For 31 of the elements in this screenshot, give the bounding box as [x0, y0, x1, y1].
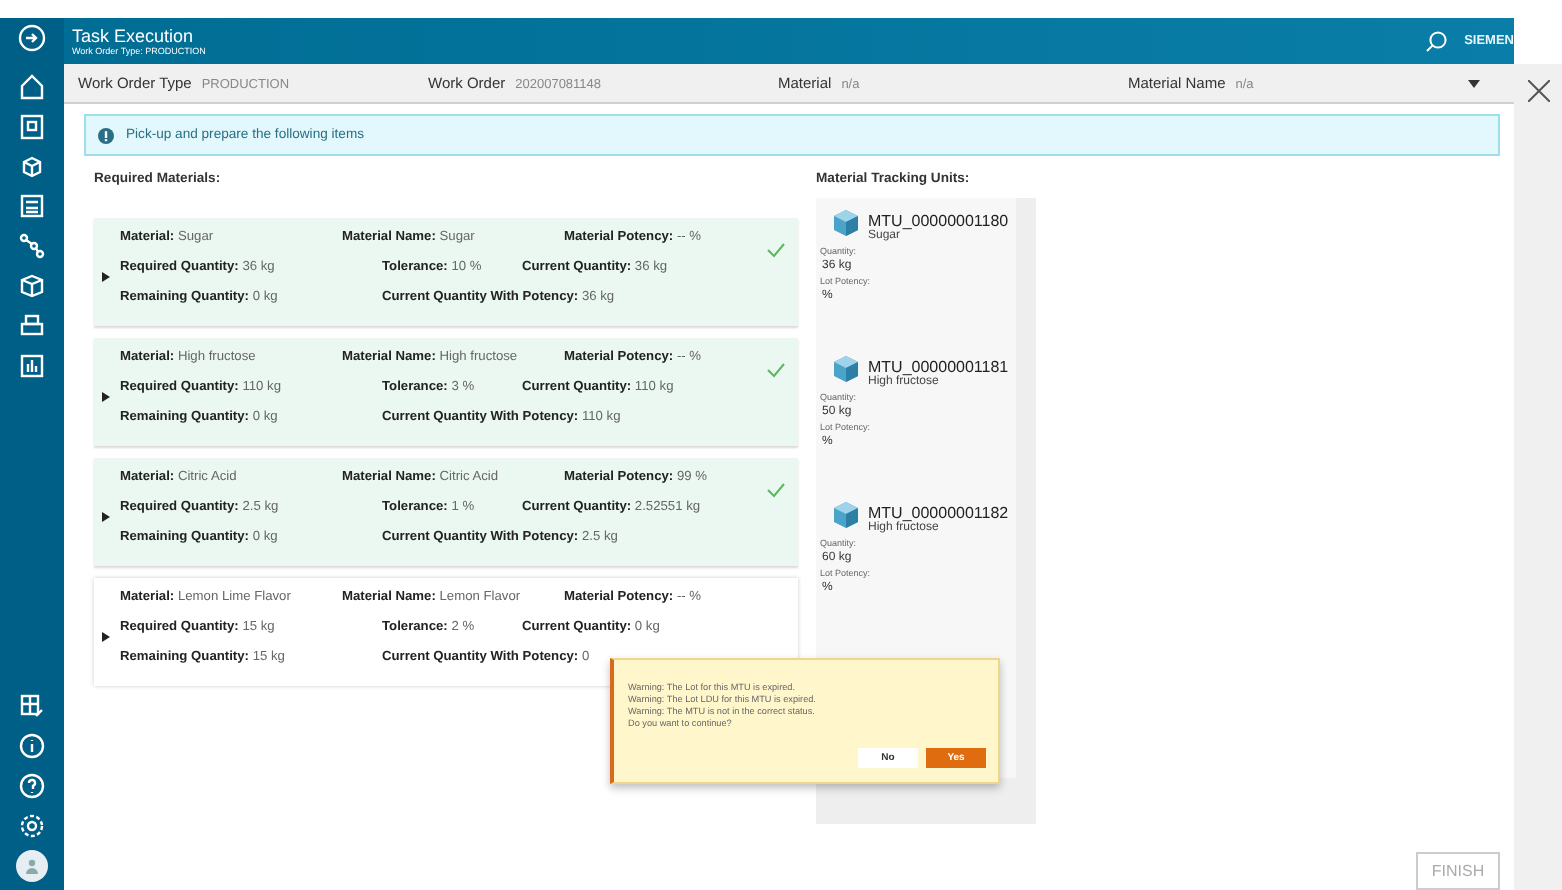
- list-icon[interactable]: [16, 190, 48, 222]
- logo-icon[interactable]: [16, 22, 48, 54]
- mtu-id: MTU_00000001180: [868, 212, 1009, 230]
- chart-icon[interactable]: [16, 350, 48, 382]
- expand-arrow-icon[interactable]: [102, 392, 110, 402]
- cube-icon: [834, 502, 858, 528]
- clipboard-icon[interactable]: [16, 110, 48, 142]
- check-icon: [766, 242, 786, 258]
- page-title: Task Execution: [72, 25, 196, 45]
- dropdown-caret-icon[interactable]: [1468, 79, 1480, 87]
- settings-icon[interactable]: [16, 810, 48, 842]
- close-icon[interactable]: [1527, 80, 1549, 102]
- cube-icon[interactable]: [16, 270, 48, 302]
- check-icon: [766, 482, 786, 498]
- info-icon[interactable]: [16, 730, 48, 762]
- mtu-id: MTU_00000001181: [868, 358, 1009, 376]
- grid-edit-icon[interactable]: [16, 690, 48, 722]
- home-icon[interactable]: [16, 70, 48, 102]
- cube-icon: [834, 210, 858, 236]
- mtu-id: MTU_00000001182: [868, 504, 1009, 522]
- info-icon: [98, 127, 114, 143]
- cube-icon: [834, 356, 858, 382]
- finish-button[interactable]: FINISH: [1416, 852, 1500, 890]
- network-icon[interactable]: [16, 230, 48, 262]
- expand-arrow-icon[interactable]: [102, 632, 110, 642]
- search-icon[interactable]: [1424, 29, 1449, 53]
- expand-arrow-icon[interactable]: [102, 272, 110, 282]
- help-icon[interactable]: [16, 770, 48, 802]
- user-avatar[interactable]: [16, 850, 48, 882]
- expand-arrow-icon[interactable]: [102, 512, 110, 522]
- check-icon: [766, 362, 786, 378]
